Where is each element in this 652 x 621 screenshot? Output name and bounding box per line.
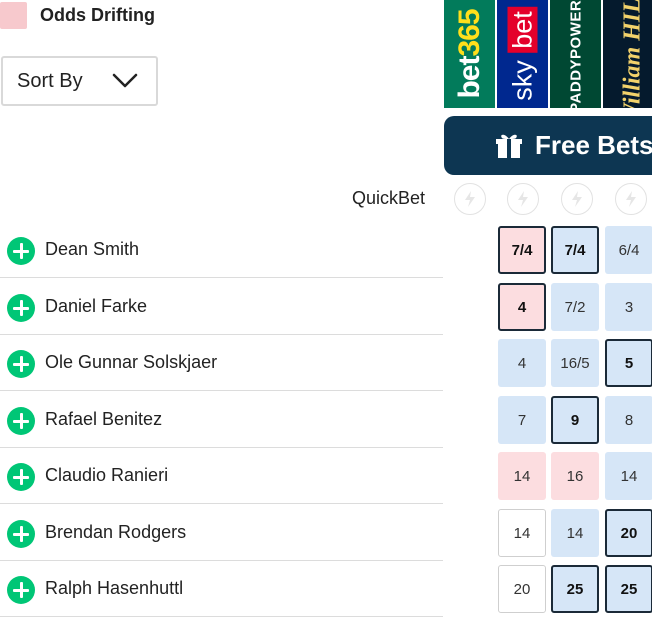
free-bets-banner[interactable]: Free Bets <box>444 116 652 175</box>
odds-cell[interactable]: 3 <box>605 283 652 331</box>
odds-cell[interactable]: 7/4 <box>551 226 599 274</box>
odds-cell[interactable]: 5 <box>605 339 652 387</box>
runner-name: Ole Gunnar Solskjaer <box>45 352 218 372</box>
odds-cell[interactable]: 4 <box>498 339 546 387</box>
quickbet-lightning-icon[interactable] <box>454 183 486 215</box>
odds-cell[interactable]: 14 <box>551 509 599 557</box>
add-selection-icon[interactable] <box>7 407 35 435</box>
chevron-down-icon <box>112 72 138 95</box>
bookmaker-skybet-name: sky bet <box>507 7 537 101</box>
odds-cell[interactable]: 8 <box>605 396 652 444</box>
odds-cell[interactable]: 25 <box>551 565 599 613</box>
quickbet-lightning-icon[interactable] <box>615 183 647 215</box>
bookmaker-williamhill-name: William HILL <box>619 0 646 108</box>
bookmaker-williamhill-logo[interactable]: William HILL <box>603 0 652 108</box>
odds-cell[interactable]: 14 <box>498 452 546 500</box>
add-selection-icon[interactable] <box>7 237 35 265</box>
sort-by-label: Sort By <box>17 69 83 92</box>
runner-name: Claudio Ranieri <box>45 465 169 485</box>
free-bets-label: Free Bets <box>535 130 652 160</box>
odds-cell[interactable]: 7 <box>498 396 546 444</box>
odds-cell[interactable]: 7/2 <box>551 283 599 331</box>
bookmaker-bet365-name: bet365 <box>452 9 486 99</box>
runner-name: Dean Smith <box>45 239 140 259</box>
quickbet-lightning-icon[interactable] <box>561 183 593 215</box>
runner-row: Daniel Farke <box>0 279 443 335</box>
odds-cell[interactable]: 16/5 <box>551 339 599 387</box>
odds-cell[interactable]: 25 <box>605 565 652 613</box>
add-selection-icon[interactable] <box>7 576 35 604</box>
sort-by-dropdown[interactable]: Sort By <box>1 56 158 106</box>
odds-cell[interactable]: 14 <box>498 509 546 557</box>
odds-cell[interactable]: 9 <box>551 396 599 444</box>
runner-name: Brendan Rodgers <box>45 522 187 542</box>
odds-cell[interactable]: 4 <box>498 283 546 331</box>
runner-row: Rafael Benitez <box>0 392 443 448</box>
bookmaker-paddypower-name: PADDYPOWER. <box>567 0 584 108</box>
add-selection-icon[interactable] <box>7 520 35 548</box>
bookmaker-bet365-logo[interactable]: bet365 <box>444 0 495 108</box>
bookmaker-header: bet365 sky bet PADDYPOWER. William HILL <box>444 0 652 108</box>
odds-cell[interactable]: 20 <box>605 509 652 557</box>
runner-row: Claudio Ranieri <box>0 448 443 504</box>
runner-row: Brendan Rodgers <box>0 505 443 561</box>
runner-row: Dean Smith <box>0 222 443 278</box>
runner-row: Ole Gunnar Solskjaer <box>0 335 443 391</box>
runner-row: Ralph Hasenhuttl <box>0 561 443 617</box>
gift-icon <box>495 133 523 166</box>
odds-cell[interactable]: 20 <box>498 565 546 613</box>
odds-cell[interactable]: 16 <box>551 452 599 500</box>
odds-cell[interactable]: 14 <box>605 452 652 500</box>
runner-name: Daniel Farke <box>45 296 148 316</box>
runner-name: Ralph Hasenhuttl <box>45 578 184 598</box>
quickbet-lightning-icon[interactable] <box>507 183 539 215</box>
bookmaker-skybet-logo[interactable]: sky bet <box>497 0 548 108</box>
add-selection-icon[interactable] <box>7 350 35 378</box>
odds-drifting-swatch <box>0 2 27 29</box>
odds-drifting-label: Odds Drifting <box>40 5 155 25</box>
quickbet-label: QuickBet <box>352 188 426 208</box>
add-selection-icon[interactable] <box>7 294 35 322</box>
odds-cell[interactable]: 7/4 <box>498 226 546 274</box>
runner-name: Rafael Benitez <box>45 409 163 429</box>
bookmaker-paddypower-logo[interactable]: PADDYPOWER. <box>550 0 601 108</box>
add-selection-icon[interactable] <box>7 463 35 491</box>
odds-cell[interactable]: 6/4 <box>605 226 652 274</box>
